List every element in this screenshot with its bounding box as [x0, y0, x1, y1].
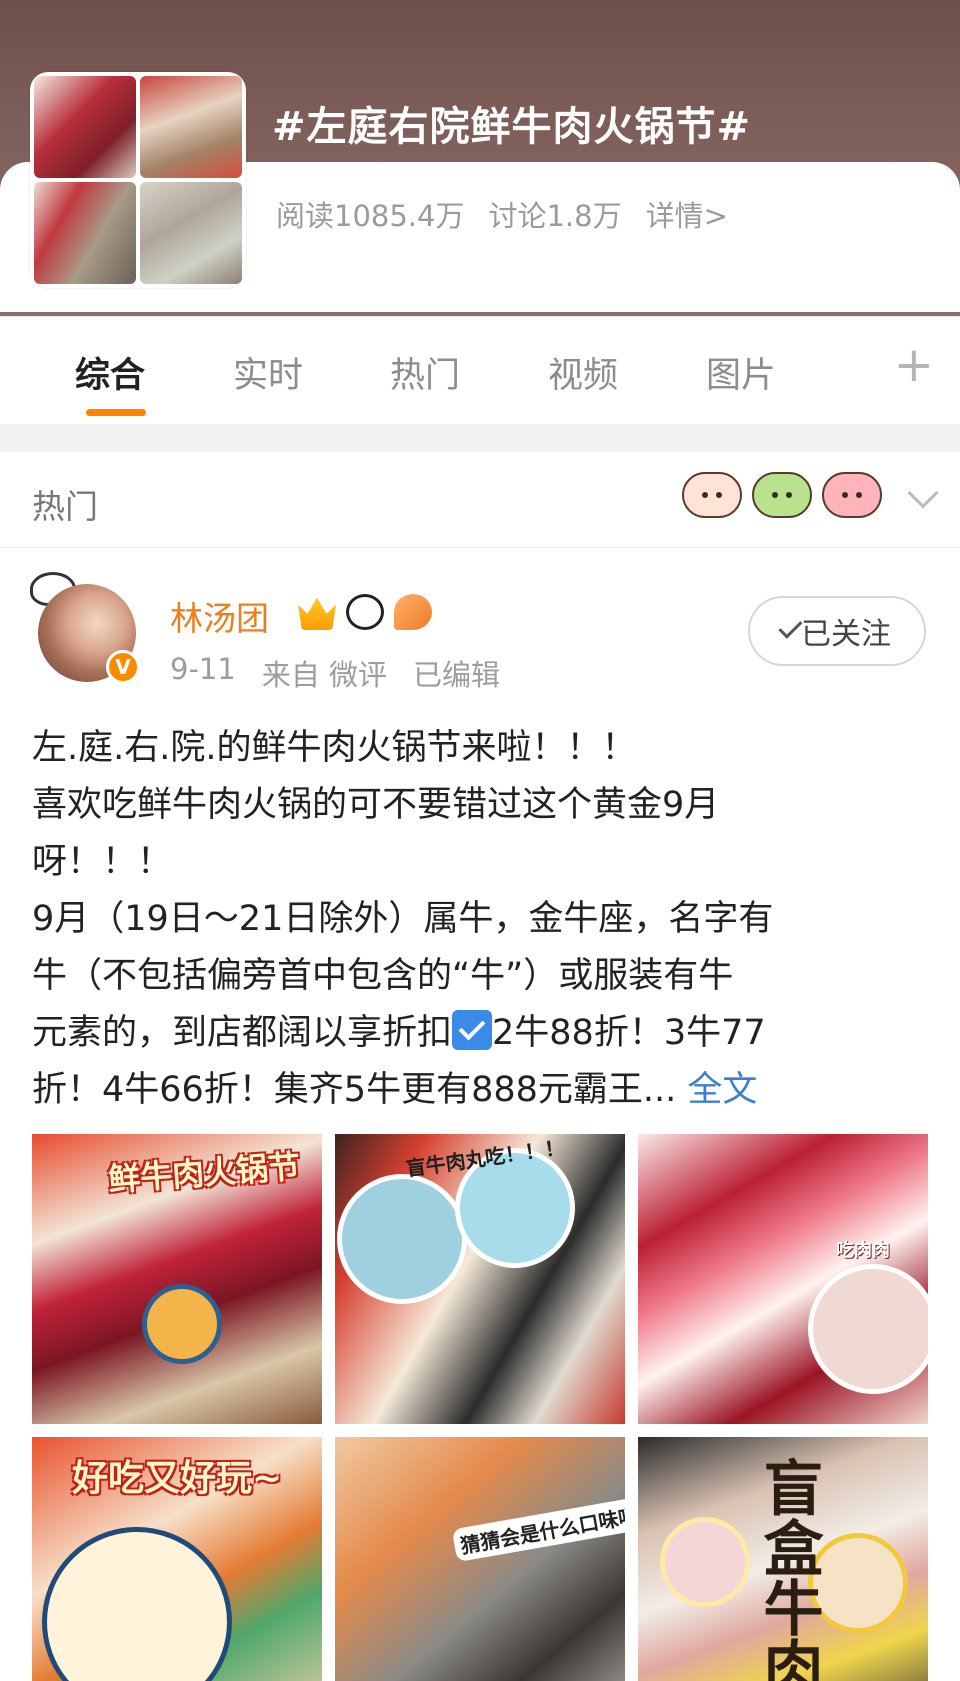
tab-images[interactable]: 图片	[706, 347, 776, 398]
section-header: 热门	[0, 452, 960, 548]
cover-photo	[140, 76, 242, 178]
cover-photo	[34, 76, 136, 178]
discussion-count: 讨论1.8万	[488, 199, 622, 233]
image-decoration	[337, 1174, 467, 1304]
post-line-part: 元素的，到店都阔以享折扣	[32, 1013, 453, 1053]
follow-label: 已关注	[801, 617, 891, 652]
author-badges	[298, 594, 432, 630]
post-image[interactable]: 猜猜会是什么口味呢？	[335, 1437, 625, 1681]
pig-sticker-icon	[822, 472, 882, 518]
image-caption: 盲盒牛肉	[753, 1457, 823, 1681]
image-caption: 鲜牛肉火锅节	[107, 1147, 302, 1199]
follow-button[interactable]: 已关注	[748, 596, 926, 666]
post-line: 牛（不包括偏旁首中包含的“牛”）或服装有牛	[32, 956, 734, 996]
image-decoration	[42, 1527, 232, 1681]
details-link[interactable]: 详情>	[646, 193, 728, 235]
chevron-down-icon[interactable]	[907, 477, 939, 509]
post-image[interactable]: 盲盒牛肉	[638, 1437, 928, 1681]
image-decoration	[808, 1533, 908, 1633]
post-edited: 已编辑	[413, 658, 501, 692]
post-image[interactable]: 好吃又好玩~	[32, 1437, 322, 1681]
verified-badge-icon: V	[106, 650, 140, 684]
crown-badge-icon	[298, 597, 336, 630]
read-count: 阅读1085.4万	[276, 199, 465, 233]
tab-comprehensive[interactable]: 综合	[75, 347, 145, 398]
cover-photo	[34, 182, 136, 284]
frog-sticker-icon	[752, 472, 812, 518]
topic-stats: 阅读1085.4万 讨论1.8万 详情>	[276, 193, 728, 235]
divider	[0, 424, 960, 452]
topic-cover-image[interactable]	[30, 72, 246, 288]
tab-video[interactable]: 视频	[548, 347, 618, 398]
check-box-icon	[452, 1010, 493, 1050]
post-source: 来自 微评	[261, 658, 388, 692]
post-line: 元素的，到店都阔以享折扣 2牛88折！3牛77	[32, 1005, 932, 1062]
image-decoration	[808, 1264, 928, 1394]
post-line-part: 2牛88折！3牛77	[492, 1013, 766, 1053]
post-image[interactable]: 盲牛肉丸吃！！！	[335, 1134, 625, 1424]
post-line: 喜欢吃鲜牛肉火锅的可不要错过这个黄金9月	[32, 785, 720, 825]
post-line-part: 折！4牛66折！集齐5牛更有888元霸王...	[32, 1070, 677, 1110]
image-decoration	[142, 1284, 222, 1364]
author-name[interactable]: 林汤团	[170, 592, 269, 640]
post-image[interactable]: 吃肉肉	[638, 1134, 928, 1424]
sticker-row[interactable]	[682, 472, 882, 518]
topic-title: #左庭右院鲜牛肉火锅节#	[272, 104, 752, 150]
tab-realtime[interactable]: 实时	[233, 347, 303, 398]
image-caption: 吃肉肉	[836, 1240, 890, 1261]
check-icon	[778, 614, 803, 639]
tab-bar: 综合 实时 热门 视频 图片 +	[0, 316, 960, 424]
cover-photo	[140, 182, 242, 284]
active-tab-indicator	[86, 409, 146, 416]
image-caption: 猜猜会是什么口味呢？	[451, 1492, 625, 1563]
post-body: 左.庭.右.院.的鲜牛肉火锅节来啦！！！ 喜欢吃鲜牛肉火锅的可不要错过这个黄金9…	[32, 720, 932, 1119]
post-date: 9-11	[170, 652, 236, 686]
full-text-link[interactable]: 全文	[687, 1070, 757, 1110]
section-label: 热门	[32, 487, 98, 526]
post-line: 折！4牛66折！集齐5牛更有888元霸王... 全文	[32, 1062, 932, 1119]
tab-hot[interactable]: 热门	[390, 347, 460, 398]
avatar-container[interactable]: V	[30, 572, 142, 690]
post-meta: 9-11 来自 微评 已编辑	[170, 652, 500, 694]
panda-badge-icon	[346, 594, 384, 630]
post-line: 9月（19日～21日除外）属牛，金牛座，名字有	[32, 899, 774, 939]
guitar-badge-icon	[394, 594, 432, 630]
bird-sticker-icon	[682, 472, 742, 518]
image-decoration	[660, 1517, 750, 1607]
post-line: 呀！！！	[32, 842, 173, 882]
post-line: 左.庭.右.院.的鲜牛肉火锅节来啦！！！	[32, 728, 637, 768]
image-caption: 好吃又好玩~	[72, 1458, 283, 1499]
add-tab-icon[interactable]: +	[894, 341, 934, 389]
image-grid: 鲜牛肉火锅节 盲牛肉丸吃！！！ 吃肉肉 好吃又好玩~ 猜猜会是什么口味呢？ 盲盒…	[32, 1134, 928, 1681]
post-image[interactable]: 鲜牛肉火锅节	[32, 1134, 322, 1424]
